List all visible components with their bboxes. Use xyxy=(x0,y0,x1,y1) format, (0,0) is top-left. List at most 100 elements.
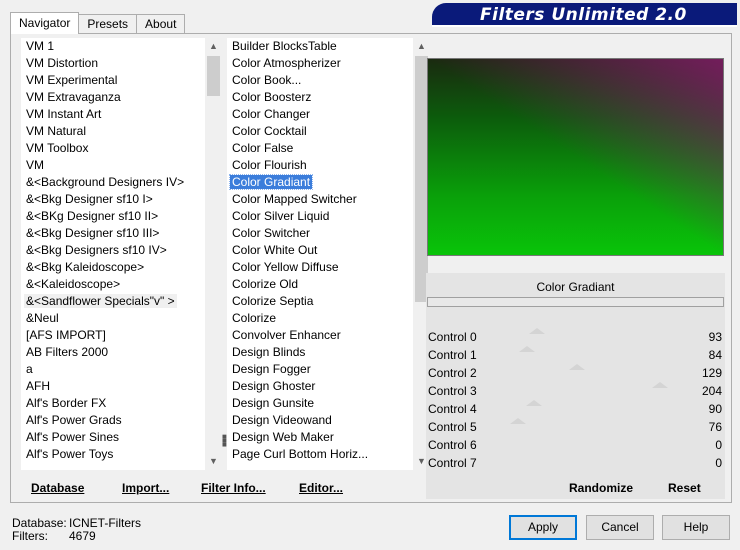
filter-info-button[interactable]: Filter Info... xyxy=(201,481,266,495)
filter-item-label: Color Silver Liquid xyxy=(232,209,330,223)
filter-item[interactable]: Design Videowand xyxy=(227,412,413,429)
filter-item[interactable]: Colorize xyxy=(227,310,413,327)
slider-thumb[interactable] xyxy=(526,400,542,406)
category-item[interactable]: VM Natural xyxy=(21,123,205,140)
slider-thumb[interactable] xyxy=(510,418,526,424)
filter-item[interactable]: Design Web Maker xyxy=(227,429,413,446)
slider-thumb[interactable] xyxy=(519,346,535,352)
filter-item[interactable]: Color Book... xyxy=(227,72,413,89)
apply-button[interactable]: Apply xyxy=(509,515,577,540)
control-slider[interactable]: Control 1 84 xyxy=(426,346,725,364)
category-item[interactable]: VM Experimental xyxy=(21,72,205,89)
scroll-up-icon[interactable]: ▲ xyxy=(413,38,430,55)
slider-thumb[interactable] xyxy=(569,364,585,370)
category-item[interactable]: AFH xyxy=(21,378,205,395)
category-item-label: VM Distortion xyxy=(26,56,99,70)
randomize-button[interactable]: Randomize xyxy=(569,481,633,495)
category-item[interactable]: &<Bkg Designer sf10 I> xyxy=(21,191,205,208)
editor-button[interactable]: Editor... xyxy=(299,481,343,495)
control-slider[interactable]: Control 2 129 xyxy=(426,364,725,382)
filter-item[interactable]: Colorize Old xyxy=(227,276,413,293)
category-item[interactable]: &<Bkg Designers sf10 IV> xyxy=(21,242,205,259)
filter-item-label: Color White Out xyxy=(232,243,318,257)
control-slider[interactable]: Control 6 0 xyxy=(426,436,725,454)
filter-item[interactable]: Design Fogger xyxy=(227,361,413,378)
category-item[interactable]: Alf's Power Grads xyxy=(21,412,205,429)
filter-item-label: Design Fogger xyxy=(232,362,311,376)
filter-item[interactable]: Color Gradiant xyxy=(227,174,413,191)
filter-item[interactable]: Builder BlocksTable xyxy=(227,38,413,55)
control-label: Control 3 xyxy=(428,384,477,398)
filter-item[interactable]: Color Silver Liquid xyxy=(227,208,413,225)
category-item[interactable]: [AFS IMPORT] xyxy=(21,327,205,344)
filter-list[interactable]: Builder BlocksTable Color Atmospherizer Co… xyxy=(227,38,430,470)
filter-item[interactable]: Color Yellow Diffuse xyxy=(227,259,413,276)
category-item-label: &<Bkg Designer sf10 III> xyxy=(26,226,160,240)
filter-item[interactable]: Color Atmospherizer xyxy=(227,55,413,72)
category-item[interactable]: Alf's Power Sines xyxy=(21,429,205,446)
control-slider[interactable]: Control 4 90 xyxy=(426,400,725,418)
filter-item[interactable]: Color Mapped Switcher xyxy=(227,191,413,208)
category-item[interactable]: &Neul xyxy=(21,310,205,327)
control-label: Control 0 xyxy=(428,330,477,344)
category-item-label: VM 1 xyxy=(26,39,55,53)
category-item[interactable]: VM Distortion xyxy=(21,55,205,72)
filter-item-label: Colorize xyxy=(232,311,277,325)
tab-presets[interactable]: Presets xyxy=(78,14,138,34)
category-item[interactable]: &<Sandflower Specials"v" > xyxy=(21,293,205,310)
category-item[interactable]: &<Bkg Kaleidoscope> xyxy=(21,259,205,276)
filter-item[interactable]: Convolver Enhancer xyxy=(227,327,413,344)
control-slider[interactable]: Control 7 0 xyxy=(426,454,725,472)
category-item[interactable]: &<Kaleidoscope> xyxy=(21,276,205,293)
category-item[interactable]: VM Toolbox xyxy=(21,140,205,157)
filter-item[interactable]: Color Changer xyxy=(227,106,413,123)
reset-button[interactable]: Reset xyxy=(668,481,701,495)
category-list[interactable]: VM 1 VM Distortion VM Experimental VM Extra… xyxy=(21,38,222,470)
import-button[interactable]: Import... xyxy=(122,481,169,495)
help-button[interactable]: Help xyxy=(662,515,730,540)
filter-item[interactable]: Color Switcher xyxy=(227,225,413,242)
cancel-button[interactable]: Cancel xyxy=(586,515,654,540)
filter-item-label: Color Atmospherizer xyxy=(232,56,341,70)
filter-item[interactable]: Design Ghoster xyxy=(227,378,413,395)
category-item[interactable]: &<Background Designers IV> xyxy=(21,174,205,191)
category-item[interactable]: Alf's Power Toys xyxy=(21,446,205,463)
filter-item-label: Design Videowand xyxy=(232,413,332,427)
category-item[interactable]: VM xyxy=(21,157,205,174)
control-slider[interactable]: Control 0 93 xyxy=(426,328,725,346)
filter-item[interactable]: Color White Out xyxy=(227,242,413,259)
slider-thumb[interactable] xyxy=(652,382,668,388)
slider-thumb[interactable] xyxy=(529,328,545,334)
filter-item[interactable]: Colorize Septia xyxy=(227,293,413,310)
filter-item[interactable]: Design Gunsite xyxy=(227,395,413,412)
category-item[interactable]: VM Extravaganza xyxy=(21,89,205,106)
control-slider[interactable]: Control 5 76 xyxy=(426,418,725,436)
scroll-down-icon[interactable]: ▼ xyxy=(205,453,222,470)
category-item-label: VM Instant Art xyxy=(26,107,102,121)
category-item[interactable]: AB Filters 2000 xyxy=(21,344,205,361)
scroll-up-icon[interactable]: ▲ xyxy=(205,38,222,55)
category-item[interactable]: &<Bkg Designer sf10 III> xyxy=(21,225,205,242)
filter-item[interactable]: Color Flourish xyxy=(227,157,413,174)
filter-item-label: Colorize Old xyxy=(232,277,299,291)
tab-about[interactable]: About xyxy=(136,14,186,34)
category-item[interactable]: a xyxy=(21,361,205,378)
control-slider[interactable]: Control 3 204 xyxy=(426,382,725,400)
category-item-label: &<Bkg Designers sf10 IV> xyxy=(26,243,167,257)
filter-item[interactable]: Design Blinds xyxy=(227,344,413,361)
filter-item-label: Colorize Septia xyxy=(232,294,314,308)
category-item[interactable]: Alf's Border FX xyxy=(21,395,205,412)
category-scroll-thumb[interactable] xyxy=(207,56,220,96)
database-button[interactable]: Database xyxy=(31,481,84,495)
category-scrollbar[interactable]: ▲ ▼ xyxy=(205,38,222,470)
category-item[interactable]: VM 1 xyxy=(21,38,205,55)
category-item[interactable]: &<BKg Designer sf10 II> xyxy=(21,208,205,225)
filter-item[interactable]: Color Cocktail xyxy=(227,123,413,140)
splitter-grip-icon[interactable]: ■ ■ ■ xyxy=(222,433,228,449)
filter-item[interactable]: Page Curl Bottom Horiz... xyxy=(227,446,413,463)
category-item[interactable]: VM Instant Art xyxy=(21,106,205,123)
filter-item-label: Color Book... xyxy=(232,73,302,87)
filter-item[interactable]: Color Boosterz xyxy=(227,89,413,106)
filter-item[interactable]: Color False xyxy=(227,140,413,157)
tab-navigator[interactable]: Navigator xyxy=(10,12,80,34)
